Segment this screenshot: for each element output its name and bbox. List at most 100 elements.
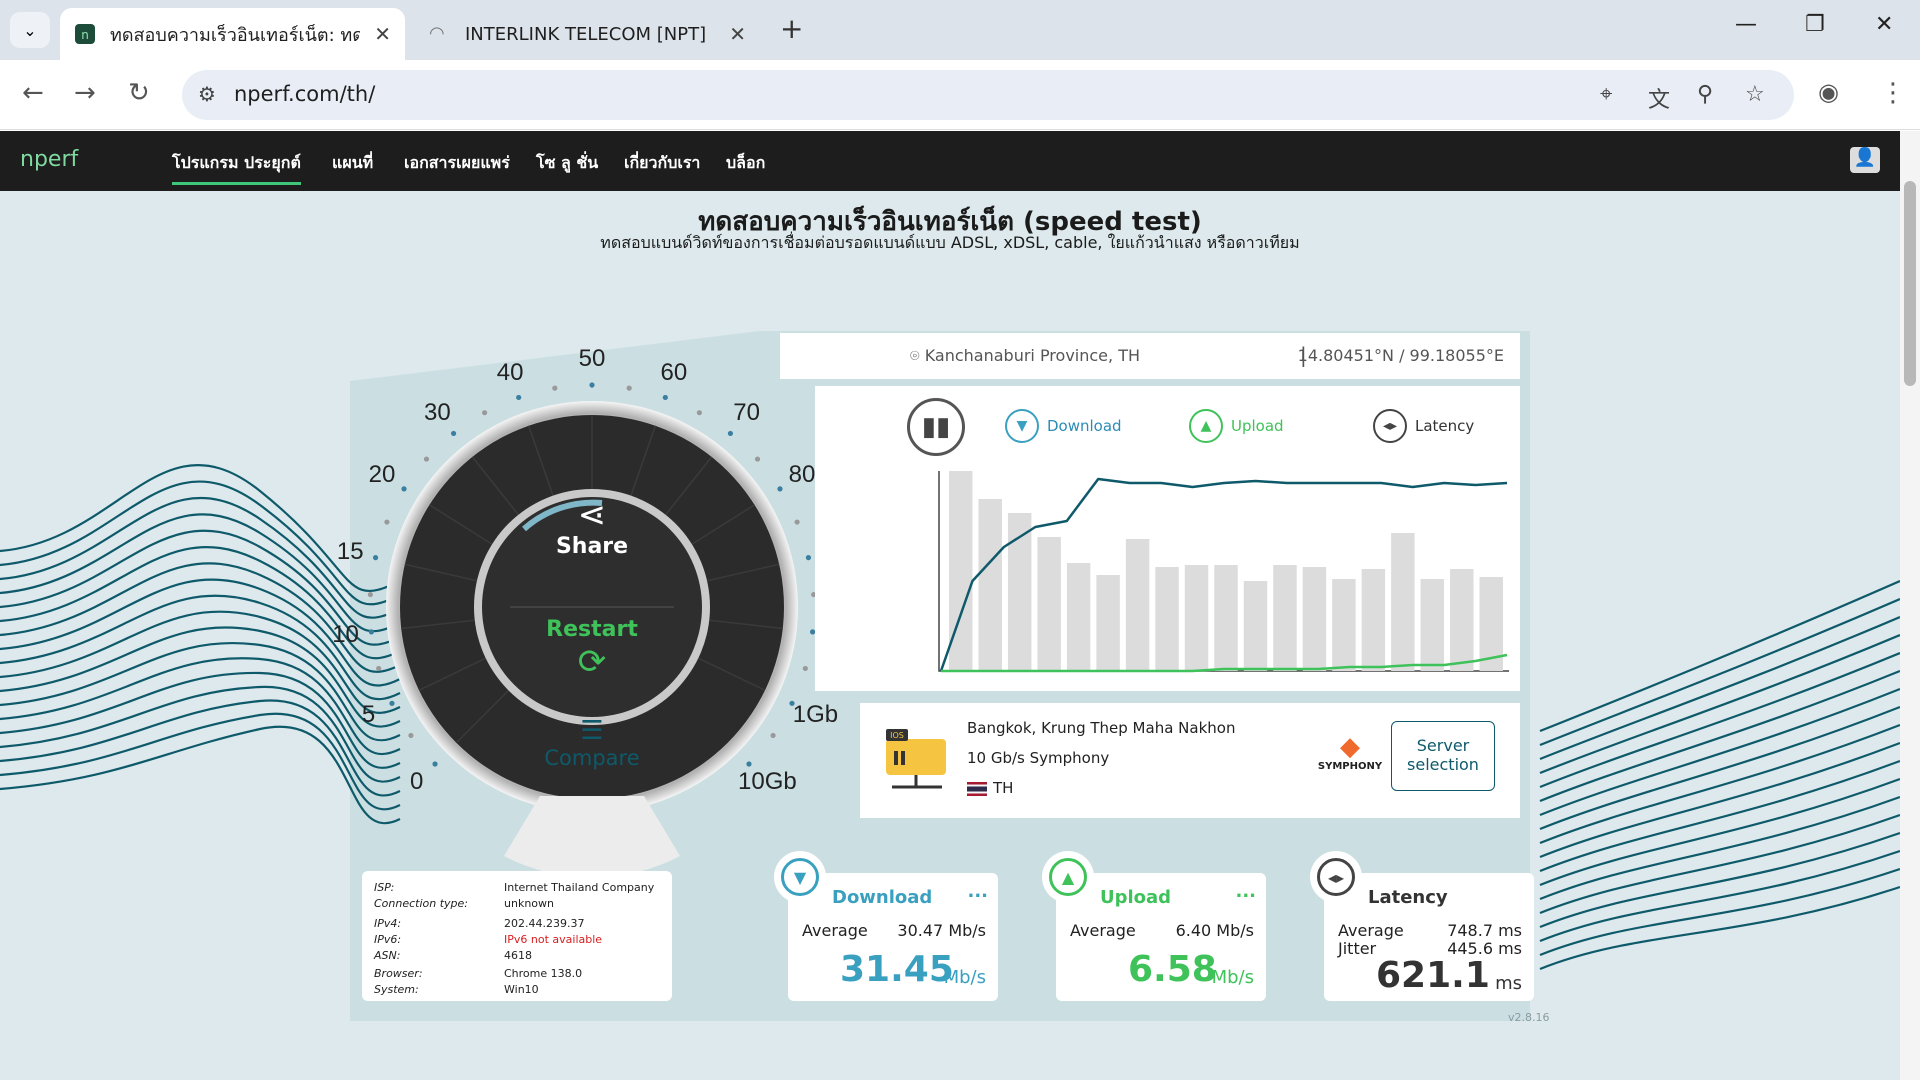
share-button[interactable]: ⋖ Share [552,496,632,559]
browser-toolbar: ← → ↻ ⚙ nperf.com/th/ ⌖ 文 ⚲ ☆ ◉ ⋮ [0,60,1920,130]
symphony-logo: ◆ SYMPHONY [1310,733,1390,772]
latency-bar [1361,569,1386,671]
ipv4-row: IPv4: 202.44.239.37 [374,917,584,930]
speed-chart [938,471,1509,673]
location-bar: ⌾ Kanchanaburi Province, TH | 14.80451°N… [780,333,1520,379]
nperf-favicon-icon: n [75,24,95,44]
gauge-tick-label: 15 [336,537,364,565]
url-text[interactable]: nperf.com/th/ [234,82,375,106]
tab-interlink[interactable]: ◠ INTERLINK TELECOM [NPT] ✕ [415,8,760,60]
gauge-tick-label: 10 [332,620,359,648]
latency-bar [1273,565,1297,671]
minimize-icon[interactable]: — [1735,12,1757,37]
compare-label: Compare [544,746,640,770]
translate-icon[interactable]: 文 [1648,82,1670,114]
reload-icon[interactable]: ↻ [128,78,150,108]
latency-bar [1391,533,1415,671]
close-tab-icon[interactable]: ✕ [374,22,391,46]
browser-tab-bar: ⌄ n ทดสอบความเร็วอินเทอร์เน็ต: ทดสอบ ✕ ◠… [0,0,1920,60]
share-label: Share [555,534,629,559]
menu-item-about[interactable]: เกี่ยวกับเรา [624,151,700,176]
asn-row: ASN: 4618 [374,949,532,962]
bookmark-star-icon[interactable]: ☆ [1745,82,1765,107]
info-key: ASN: [374,949,401,962]
menu-kebab-icon[interactable]: ⋮ [1880,78,1906,108]
address-bar[interactable]: ⚙ nperf.com/th/ ⌖ 文 ⚲ ☆ [182,70,1794,120]
latency-avg-value: 748.7 ms [1447,921,1522,940]
menu-item-solutions[interactable]: โซ ลู ชั่น [536,151,598,176]
download-more-icon[interactable]: ... [967,881,988,902]
site-navbar: nperf โปรแกรม ประยุกต์ แผนที่ เอกสารเผยแ… [0,131,1900,191]
gauge-tick-label: 70 [733,399,760,427]
server-country-code: TH [993,779,1014,797]
user-account-icon[interactable]: 👤 [1850,147,1880,173]
server-city: Bangkok, Krung Thep Maha Nakhon [967,719,1236,737]
gauge-tick-label: 20 [368,461,396,489]
gauge-tick-label: 0 [409,768,424,796]
menu-item-apps[interactable]: โปรแกรม ประยุกต์ [172,151,301,185]
wave-line [1539,741,1900,859]
svg-text:IOS: IOS [890,731,904,740]
location-pin-icon[interactable]: ⌖ [1600,82,1612,107]
server-panel: IOS Bangkok, Krung Thep Maha Nakhon 10 G… [860,703,1520,818]
latency-badge: ◂▸ [1310,851,1362,903]
back-arrow-icon[interactable]: ← [22,78,44,108]
latency-icon: ◂▸ [1317,858,1355,896]
location-place: Kanchanaburi Province, TH [924,346,1140,365]
wifi-icon: ◠ [429,23,445,44]
info-value: unknown [504,897,554,910]
wave-line [1539,795,1900,901]
latency-bar [1420,579,1445,671]
latency-bar [1214,565,1238,671]
server-selection-button[interactable]: Server selection [1391,721,1495,791]
jitter-label: Jitter [1338,939,1377,958]
nperf-logo[interactable]: nperf [20,147,78,172]
info-value: Win10 [504,983,539,996]
menu-item-publications[interactable]: เอกสารเผยแพร่ [404,151,510,176]
close-tab-icon[interactable]: ✕ [729,22,746,46]
connection-info-box: ISP: Internet Thailand Company Connection… [362,871,672,1001]
symphony-logo-text: SYMPHONY [1317,761,1383,772]
isp-row: ISP: Internet Thailand Company [374,881,654,894]
tab-nperf[interactable]: n ทดสอบความเร็วอินเทอร์เน็ต: ทดสอบ ✕ [60,8,405,60]
menu-item-blog[interactable]: บล็อก [726,151,765,176]
tab-search-button[interactable]: ⌄ [10,12,50,48]
ipv6-row: IPv6: IPv6 not available [374,933,602,946]
refresh-icon: ⟳ [577,642,607,682]
restore-icon[interactable]: ❐ [1805,12,1825,37]
gauge-tick-label: 5 [361,700,376,728]
latency-bar [1243,581,1268,671]
site-info-icon[interactable]: ⚙ [198,82,216,106]
server-icon: IOS [886,729,946,789]
latency-bar [1450,569,1474,671]
compare-search-icon: ☰ [580,716,604,746]
close-window-icon[interactable]: ✕ [1875,12,1893,37]
connection-type-row: Connection type: unknown [374,897,554,910]
info-value: IPv6 not available [504,933,603,946]
new-tab-button[interactable]: + [780,12,803,45]
menu-item-maps[interactable]: แผนที่ [332,151,373,176]
zoom-icon[interactable]: ⚲ [1697,82,1713,107]
forward-arrow-icon[interactable]: → [74,78,96,108]
compare-button[interactable]: ☰ Compare [532,716,652,770]
upload-unit: Mb/s [1211,967,1254,988]
info-key: ISP: [374,881,395,894]
restart-button[interactable]: Restart ⟳ [542,617,642,682]
latency-bar [1066,563,1091,671]
info-value: Chrome 138.0 [504,967,583,980]
gauge-tick-label: 1Gb [792,700,839,728]
upload-more-icon[interactable]: ... [1235,881,1256,902]
latency-bar [1302,567,1327,671]
latency-unit: ms [1495,973,1522,994]
latency-bar [1332,579,1356,671]
page-scrollbar[interactable] [1900,131,1920,1080]
coordinates: 14.80451°N / 99.18055°E [1297,346,1504,365]
download-avg-label: Average [802,921,868,940]
page-subtitle: ทดสอบแบนด์วิดท์ของการเชื่อมต่อบรอดแบนด์แ… [600,233,1300,252]
download-unit: Mb/s [943,967,986,988]
profile-icon[interactable]: ◉ [1818,78,1839,106]
latency-bar [1096,575,1120,671]
map-pin-icon: ⌾ [910,346,925,365]
scrollbar-thumb[interactable] [1904,181,1916,386]
latency-avg-label: Average [1338,921,1404,940]
